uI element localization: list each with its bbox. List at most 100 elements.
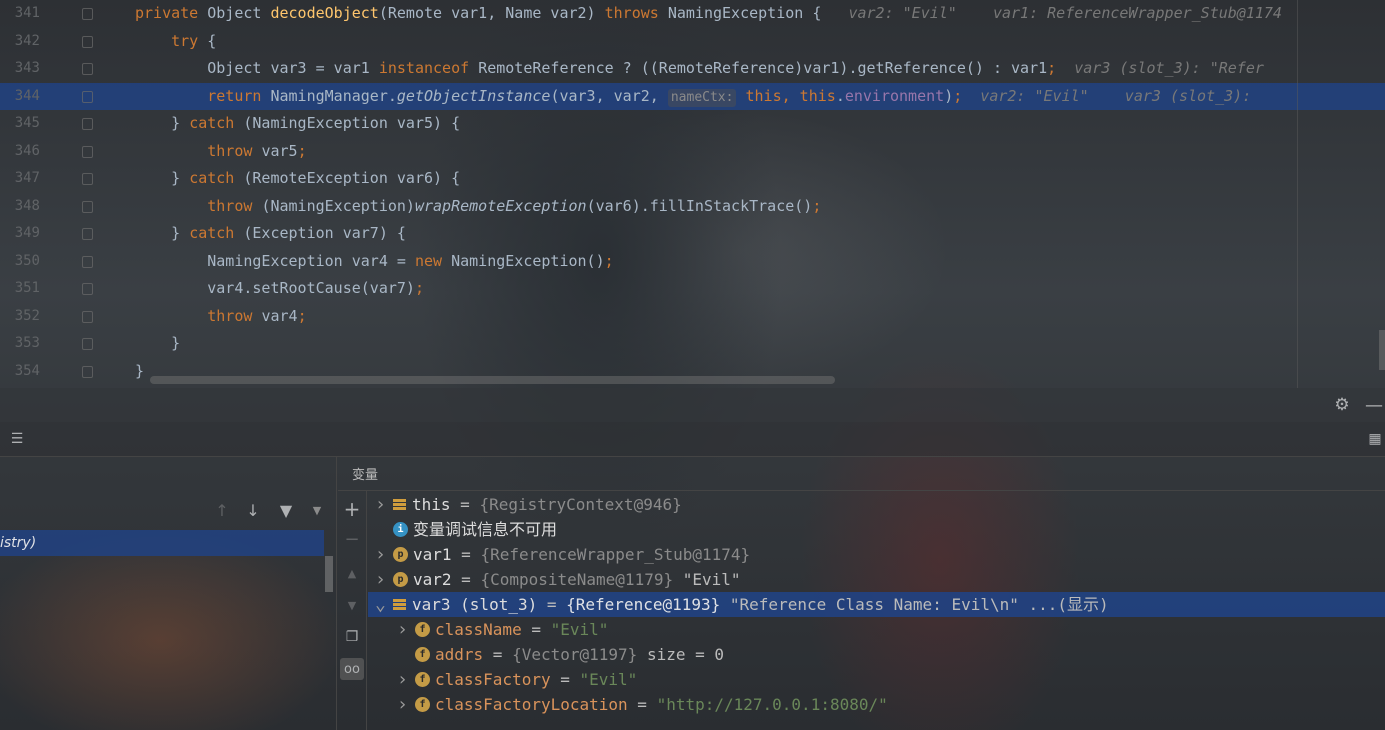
line-number[interactable]: 345 [0, 110, 40, 138]
parameter-icon: p [393, 547, 408, 562]
variable-name: var3 (slot_3) [412, 595, 538, 614]
variable-row[interactable]: › this = {RegistryContext@946} [375, 492, 682, 517]
line-number[interactable]: 351 [0, 275, 40, 303]
fold-marker-icon[interactable] [82, 145, 93, 158]
code-line[interactable]: 347 } catch (RemoteException var6) { [0, 165, 1385, 193]
line-number[interactable]: 347 [0, 165, 40, 193]
plus-icon[interactable]: + [342, 497, 362, 521]
fold-marker-icon[interactable] [82, 8, 93, 20]
line-number[interactable]: 342 [0, 28, 40, 56]
variable-name: this [412, 495, 451, 514]
variable-row[interactable]: › f classFactory = "Evil" [397, 667, 637, 692]
minus-icon[interactable]: − [342, 529, 362, 550]
line-number[interactable]: 354 [0, 358, 40, 386]
keyword-token: throw [207, 141, 262, 160]
fold-marker-icon[interactable] [82, 310, 93, 323]
code-line[interactable]: 344 return NamingManager.getObjectInstan… [0, 82, 1385, 111]
code-text: } catch (Exception var7) { [135, 220, 406, 248]
code-line[interactable]: 342 try { [0, 28, 1385, 56]
variable-row[interactable]: › f classFactoryLocation = "http://127.0.0… [397, 692, 888, 717]
code-line[interactable]: 351 var4.setRootCause(var7); [0, 275, 1385, 303]
line-number[interactable]: 343 [0, 55, 40, 83]
code-text: } [135, 358, 144, 386]
code-token: } [135, 114, 190, 132]
move-down-icon[interactable]: ▼ [342, 595, 362, 615]
variable-name: var2 [413, 570, 452, 589]
variable-type: {Reference@1193} [566, 595, 721, 614]
variable-row[interactable]: i 变量调试信息不可用 [375, 517, 557, 542]
chevron-right-icon[interactable]: › [397, 692, 411, 717]
editor-horizontal-scrollbar[interactable] [150, 376, 835, 384]
code-token: NamingException var4 = [135, 251, 415, 270]
code-token: (NamingException var5) { [243, 114, 461, 132]
code-text: return NamingManager.getObjectInstance(v… [135, 83, 1260, 111]
code-line[interactable]: 341 private Object decodeObject(Remote va… [0, 0, 1385, 28]
fold-marker-icon[interactable] [82, 255, 93, 268]
code-line[interactable]: 350 NamingException var4 = new NamingExc… [0, 248, 1385, 276]
fold-marker-icon[interactable] [82, 90, 93, 103]
variable-row[interactable]: › p var2 = {CompositeName@1179} "Evil" [375, 567, 741, 592]
code-editor[interactable]: 341 private Object decodeObject(Remote va… [0, 0, 1385, 388]
chevron-down-icon[interactable]: ▼ [307, 499, 327, 521]
arrow-down-icon[interactable]: ↓ [243, 499, 263, 521]
field-icon: f [415, 697, 430, 712]
fold-marker-icon[interactable] [82, 118, 93, 130]
fold-marker-icon[interactable] [82, 173, 93, 185]
variable-row[interactable]: f addrs = {Vector@1197} size = 0 [397, 642, 724, 667]
line-number[interactable]: 353 [0, 330, 40, 358]
code-token: . [835, 86, 845, 105]
keyword-token: ; [953, 86, 963, 105]
line-number[interactable]: 350 [0, 248, 40, 276]
code-line[interactable]: 348 throw (NamingException)wrapRemoteExc… [0, 193, 1385, 221]
code-line[interactable]: 345 } catch (NamingException var5) { [0, 110, 1385, 138]
fold-marker-icon[interactable] [82, 35, 93, 48]
line-number[interactable]: 349 [0, 220, 40, 248]
chevron-right-icon[interactable]: › [397, 617, 411, 642]
variable-row[interactable]: › p var1 = {ReferenceWrapper_Stub@1174} [375, 542, 750, 567]
glasses-icon[interactable]: oo [340, 658, 364, 680]
fold-marker-icon[interactable] [82, 365, 93, 378]
code-line[interactable]: 349 } catch (Exception var7) { [0, 220, 1385, 248]
chevron-right-icon[interactable]: › [375, 542, 389, 567]
line-number[interactable]: 344 [0, 83, 40, 111]
editor-vertical-scrollbar[interactable] [1379, 330, 1385, 370]
line-number[interactable]: 348 [0, 193, 40, 221]
variable-row[interactable]: › f className = "Evil" [397, 617, 608, 642]
fold-marker-icon[interactable] [82, 228, 93, 240]
arrow-up-icon[interactable]: ↑ [212, 499, 232, 521]
fold-marker-icon[interactable] [82, 200, 93, 213]
code-line[interactable]: 346 throw var5; [0, 138, 1385, 166]
line-number[interactable]: 352 [0, 303, 40, 331]
frames-scrollbar[interactable] [325, 556, 333, 592]
fold-marker-icon[interactable] [82, 63, 93, 75]
object-icon [393, 498, 406, 511]
code-text: } catch (NamingException var5) { [135, 110, 460, 138]
code-token: } [135, 224, 190, 242]
threads-view-icon[interactable]: ☰ [6, 430, 28, 448]
code-line[interactable]: 352 throw var4; [0, 303, 1385, 331]
variable-type: {ReferenceWrapper_Stub@1174} [480, 545, 751, 564]
layout-icon[interactable]: ▦ [1364, 430, 1385, 448]
fold-marker-icon[interactable] [82, 283, 93, 295]
field-icon: f [415, 672, 430, 687]
copy-icon[interactable]: ❐ [342, 627, 362, 647]
chevron-right-icon[interactable]: › [375, 492, 389, 517]
keyword-token: ; [297, 141, 307, 160]
equals-sign: = [450, 495, 480, 514]
fold-marker-icon[interactable] [82, 338, 93, 350]
move-up-icon[interactable]: ▲ [342, 563, 362, 583]
chevron-right-icon[interactable]: › [375, 567, 389, 592]
keyword-token: return [207, 86, 271, 105]
code-line[interactable]: 343 Object var3 = var1 instanceof Remote… [0, 55, 1385, 83]
code-line[interactable]: 353 } [0, 330, 1385, 358]
chevron-right-icon[interactable]: › [397, 667, 411, 692]
chevron-down-icon[interactable]: ⌄ [375, 592, 389, 617]
minimize-icon[interactable]: — [1363, 394, 1385, 416]
line-number[interactable]: 341 [0, 0, 40, 28]
variable-value: "http://127.0.0.1:8080/" [656, 695, 888, 714]
filter-icon[interactable]: ▼ [276, 499, 296, 521]
selected-stack-frame[interactable]: istry) [0, 530, 324, 556]
gear-icon[interactable]: ⚙ [1331, 394, 1353, 416]
line-number[interactable]: 346 [0, 138, 40, 166]
variable-row[interactable]: ⌄ var3 (slot_3) = {Reference@1193} "Refer… [368, 592, 1385, 617]
